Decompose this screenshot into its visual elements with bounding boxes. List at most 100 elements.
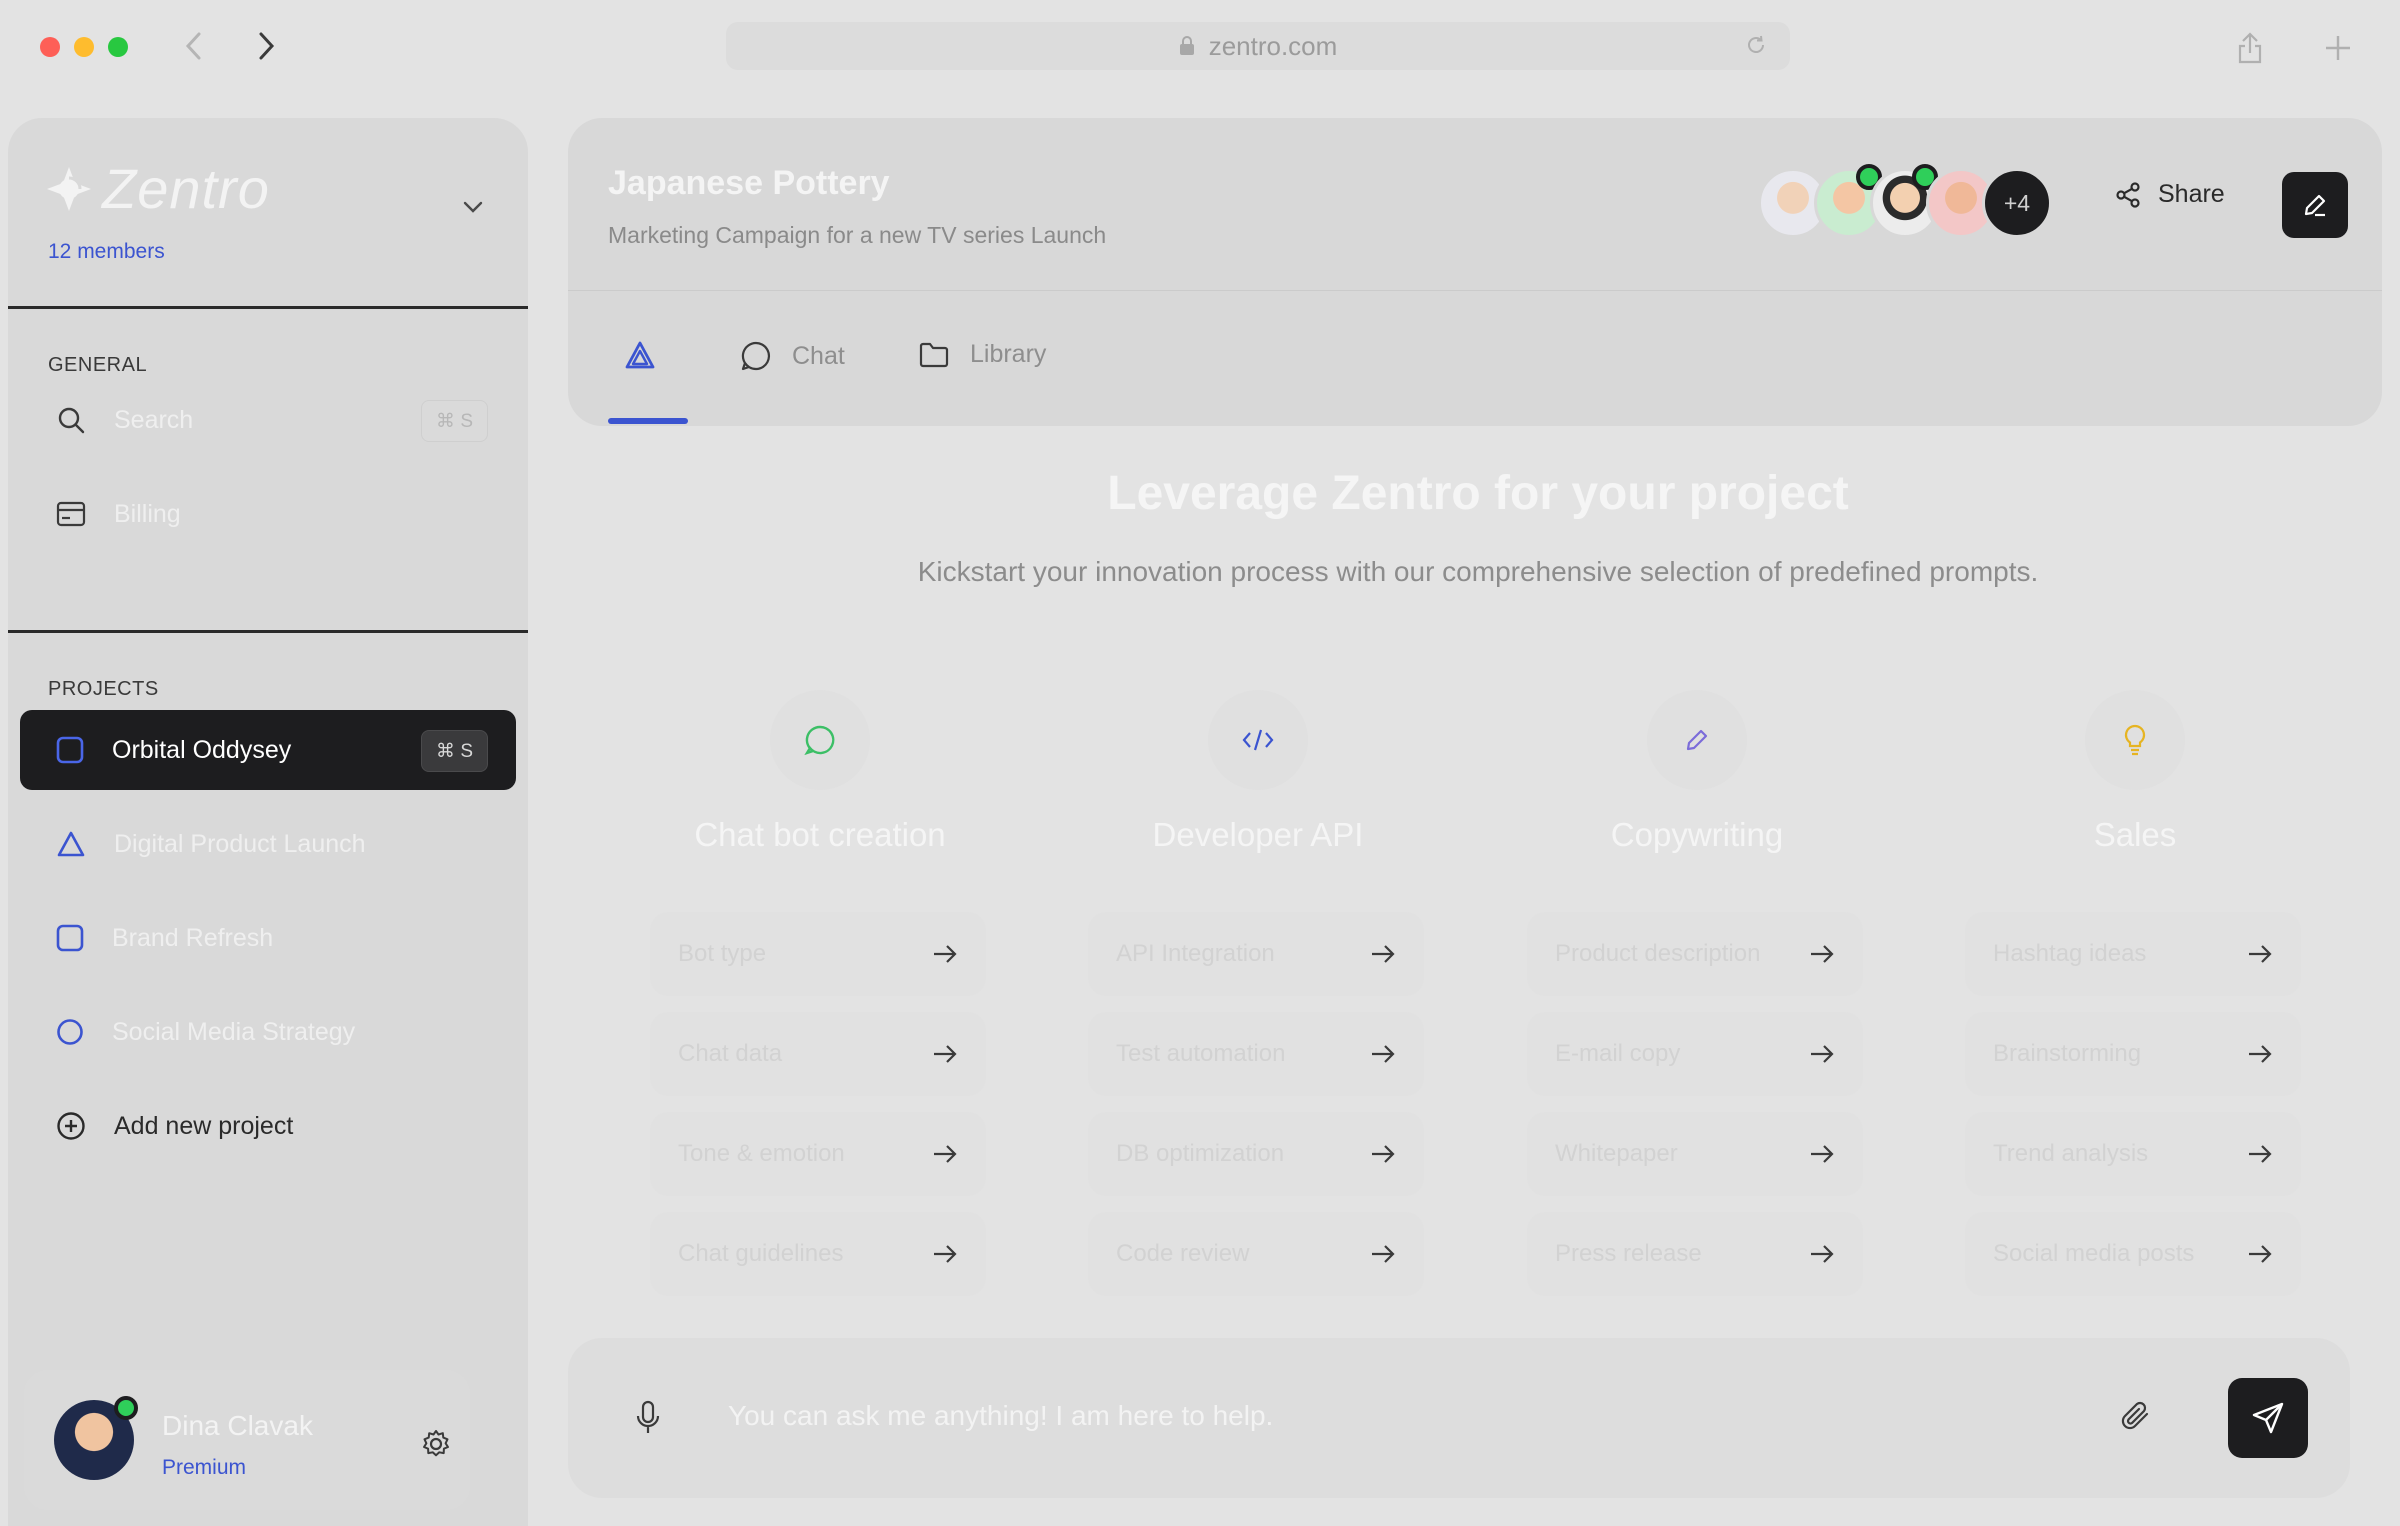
sidebar-item-search[interactable]: Search ⌘ S [20,380,516,460]
chevron-right-icon [259,32,275,60]
page-title: Japanese Pottery [608,164,890,202]
prompt-button[interactable]: Test automation [1088,1012,1424,1096]
prompt-button[interactable]: API Integration [1088,912,1424,996]
arrow-right-icon [1811,945,1834,963]
prompt-button[interactable]: Chat data [650,1012,986,1096]
code-icon [1242,729,1274,751]
sidebar-item-label: Orbital Oddysey [112,735,292,764]
tab-chat[interactable]: Chat [740,340,845,372]
prompt-button[interactable]: E-mail copy [1527,1012,1863,1096]
prompt-button[interactable]: Hashtag ideas [1965,912,2301,996]
share-button[interactable]: Share [2114,180,2225,209]
arrow-right-icon [2249,1145,2272,1163]
browser-share-button[interactable] [2230,28,2270,68]
brand-logo[interactable]: Zentro [46,156,270,221]
reload-icon[interactable] [1744,33,1768,57]
triangle-icon [57,831,85,857]
send-button[interactable] [2228,1378,2308,1458]
prompt-label: Bot type [678,940,767,967]
chevron-left-icon [185,32,201,60]
sidebar-item-digital-product-launch[interactable]: Digital Product Launch [20,804,516,884]
address-bar[interactable]: zentro.com [726,22,1790,70]
category-title: Chat bot creation [694,816,946,853]
prompt-button[interactable]: Tone & emotion [650,1112,986,1196]
chevron-down-icon [463,201,483,213]
divider [8,306,528,309]
category-developer-api: Developer API API Integration Test autom… [1088,690,1428,1296]
arrow-right-icon [2249,1045,2272,1063]
active-tab-indicator [608,418,688,424]
user-card[interactable]: Dina Clavak Premium [24,1370,470,1510]
members-count[interactable]: 12 members [48,240,165,264]
sidebar-item-orbital-oddysey[interactable]: Orbital Oddysey ⌘ S [20,710,516,790]
category-title: Copywriting [1610,816,1784,853]
square-icon [56,736,84,764]
prompt-button[interactable]: Product description [1527,912,1863,996]
back-button[interactable] [176,28,212,64]
close-window-button[interactable] [40,37,60,57]
new-tab-button[interactable] [2318,28,2358,68]
plus-circle-icon [57,1112,85,1140]
category-title: Developer API [1152,816,1364,853]
tab-library[interactable]: Library [918,340,1046,369]
prompt-label: Code review [1116,1240,1250,1267]
arrow-right-icon [1372,1045,1395,1063]
gear-icon [423,1430,449,1457]
more-members-badge[interactable]: +4 [1982,168,2052,238]
sidebar-item-billing[interactable]: Billing [20,474,516,554]
member-avatars[interactable]: +4 [1758,164,2052,238]
prompt-label: API Integration [1116,940,1275,967]
prompt-button[interactable]: Whitepaper [1527,1112,1863,1196]
sidebar-item-social-media-strategy[interactable]: Social Media Strategy [20,992,516,1072]
settings-button[interactable] [420,1428,452,1460]
arrow-right-icon [934,945,957,963]
prompt-button[interactable]: Chat guidelines [650,1212,986,1296]
hero-title: Leverage Zentro for your project [1107,467,1849,520]
prompt-button[interactable]: DB optimization [1088,1112,1424,1196]
workspace-dropdown[interactable] [462,200,484,214]
prompt-label: Press release [1555,1240,1702,1267]
prompt-button[interactable]: Trend analysis [1965,1112,2301,1196]
add-project-button[interactable]: Add new project [20,1086,516,1166]
prompt-button[interactable]: Bot type [650,912,986,996]
arrow-right-icon [1811,1145,1834,1163]
prompt-button[interactable]: Brainstorming [1965,1012,2301,1096]
sidebar-item-label: Digital Product Launch [114,829,366,858]
lock-icon [1179,36,1194,55]
prompt-label: Product description [1555,940,1761,967]
chat-input[interactable]: You can ask me anything! I am here to he… [728,1400,1273,1432]
prompt-label: Test automation [1116,1040,1286,1067]
arrow-right-icon [934,1145,957,1163]
edit-button[interactable] [2282,172,2348,238]
voice-input-button[interactable] [634,1400,662,1436]
attach-button[interactable] [2118,1398,2154,1434]
sidebar-item-label: Social Media Strategy [112,1017,356,1046]
maximize-window-button[interactable] [108,37,128,57]
section-label-projects: PROJECTS [48,678,159,700]
arrow-right-icon [934,1245,957,1263]
sidebar: Zentro 12 members GENERAL Search ⌘ S Bil… [8,118,528,1526]
prompt-button[interactable]: Code review [1088,1212,1424,1296]
brand-name: Zentro [102,157,270,220]
prompt-button[interactable]: Press release [1527,1212,1863,1296]
user-name: Dina Clavak [162,1410,313,1441]
forward-button[interactable] [248,28,284,64]
lightbulb-icon [2124,724,2146,756]
arrow-right-icon [1372,1145,1395,1163]
sidebar-item-brand-refresh[interactable]: Brand Refresh [20,898,516,978]
chat-bubble-icon [804,725,835,756]
arrow-right-icon [1372,945,1395,963]
category-sales: Sales Hashtag ideas Brainstorming Trend … [1965,690,2305,1296]
zentro-logo-icon [47,166,91,211]
prompt-label: Tone & emotion [678,1140,845,1167]
prompt-button[interactable]: Social media posts [1965,1212,2301,1296]
add-project-label: Add new project [114,1111,294,1140]
tab-label: Chat [792,341,845,370]
minimize-window-button[interactable] [74,37,94,57]
sidebar-item-label: Brand Refresh [112,923,274,952]
prompt-label: E-mail copy [1555,1040,1681,1067]
arrow-right-icon [2249,945,2272,963]
arrow-right-icon [1811,1245,1834,1263]
tab-prompts[interactable] [624,340,656,370]
shortcut-badge: ⌘ S [421,730,488,772]
